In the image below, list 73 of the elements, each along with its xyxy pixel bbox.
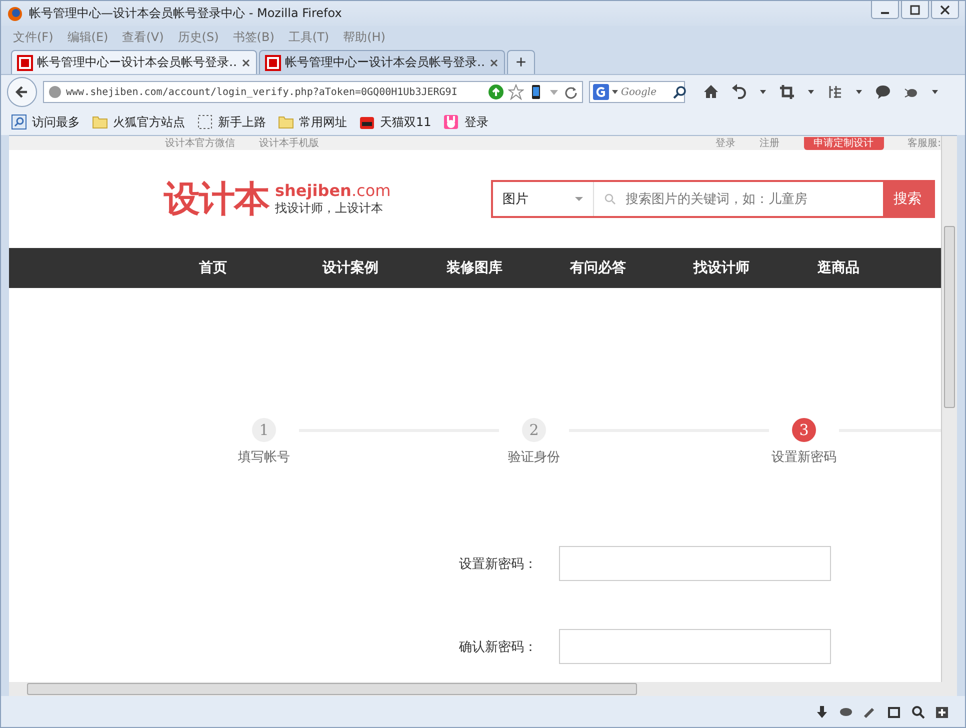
maximize-icon <box>910 4 920 14</box>
dropdown-icon[interactable] <box>759 88 767 96</box>
magnifier-icon <box>11 114 27 130</box>
folder-icon <box>278 114 294 130</box>
glyph-icon[interactable] <box>827 84 843 100</box>
dropdown-icon[interactable] <box>855 88 863 96</box>
logo-domain: shejiben.com <box>275 181 391 200</box>
bookmark-item[interactable]: 访问最多 <box>11 114 80 130</box>
bookmark-item[interactable]: 新手上路 <box>197 114 266 130</box>
step-number: 3 <box>792 418 816 442</box>
field-label: 设置新密码： <box>459 556 538 572</box>
minimize-button[interactable] <box>871 1 899 19</box>
new-tab-button[interactable]: + <box>507 50 535 74</box>
step-label: 填写帐号 <box>238 449 290 466</box>
maximize-button[interactable] <box>901 1 929 19</box>
step-label: 验证身份 <box>508 449 560 466</box>
close-button[interactable] <box>931 1 959 19</box>
site-favicon <box>265 54 281 70</box>
step-number: 2 <box>522 418 546 442</box>
nav-item[interactable]: 有问必答 <box>570 259 694 277</box>
close-icon[interactable] <box>241 58 251 68</box>
bookmark-item[interactable]: 火狐官方站点 <box>92 114 185 130</box>
dropdown-icon[interactable] <box>807 88 815 96</box>
crop-icon[interactable] <box>779 84 795 100</box>
vertical-scrollbar[interactable] <box>941 136 957 682</box>
back-button[interactable] <box>7 77 37 107</box>
window-title: 帐号管理中心—设计本会员帐号登录中心 - Mozilla Firefox <box>29 5 343 22</box>
browser-tab[interactable]: 帐号管理中心ー设计本会员帐号登录… <box>259 50 505 74</box>
go-icon[interactable] <box>488 84 504 100</box>
window-icon[interactable] <box>887 704 901 718</box>
tab-title: 帐号管理中心ー设计本会员帐号登录… <box>37 54 237 71</box>
add-box-icon[interactable] <box>935 704 949 718</box>
google-icon <box>593 84 609 100</box>
minimize-icon <box>881 12 889 14</box>
nav-item[interactable]: 首页 <box>199 259 323 277</box>
bunny-icon <box>443 114 460 130</box>
field-label: 确认新密码： <box>459 638 538 656</box>
tab-title: 帐号管理中心ー设计本会员帐号登录… <box>285 54 485 71</box>
nav-item[interactable]: 找设计师 <box>694 259 818 277</box>
bookmark-item[interactable]: 天猫双11 <box>359 114 432 130</box>
password-field[interactable] <box>559 546 831 581</box>
site-favicon <box>17 54 33 70</box>
undo-arrow-icon[interactable] <box>731 84 747 100</box>
logo-slogan: 找设计师，上设计本 <box>275 200 384 217</box>
dashed-square-icon <box>197 114 213 130</box>
search-icon[interactable] <box>911 704 925 718</box>
step-label: 设置新密码 <box>772 449 836 466</box>
password-field[interactable] <box>559 629 831 664</box>
nav-item[interactable]: 设计案例 <box>322 259 446 277</box>
close-icon[interactable] <box>489 58 499 68</box>
firefox-icon <box>7 6 23 22</box>
logo-mark: 设计本 <box>164 178 269 222</box>
speech-bubble-icon[interactable] <box>875 84 891 100</box>
url-text: www.shejiben.com/account/login_verify.php?aToken=0GQ00H1Ub3JERG9I <box>66 86 458 98</box>
step-number: 1 <box>252 418 276 442</box>
back-arrow-icon <box>14 84 30 100</box>
custom-design-button[interactable]: 申请定制设计 <box>804 137 884 150</box>
search-icon[interactable] <box>673 85 687 99</box>
dropdown-icon[interactable] <box>931 88 939 96</box>
browser-tab[interactable]: 帐号管理中心ー设计本会员帐号登录… <box>11 50 257 74</box>
bookmark-item[interactable]: 常用网址 <box>278 114 347 130</box>
nav-item[interactable]: 逛商品 <box>817 259 941 277</box>
home-icon[interactable] <box>703 84 719 100</box>
address-bar[interactable]: www.shejiben.com/account/login_verify.php?aToken=0GQ00H1Ub3JERG9I <box>43 81 583 103</box>
close-icon <box>940 4 950 14</box>
dropdown-icon[interactable] <box>611 88 619 96</box>
reload-icon[interactable] <box>564 85 578 99</box>
folder-icon <box>92 114 108 130</box>
nav-item[interactable]: 装修图库 <box>446 259 570 277</box>
bookmark-item[interactable]: 登录 <box>443 114 488 130</box>
download-arrow-icon[interactable] <box>815 704 829 718</box>
web-search-field[interactable]: Google <box>589 81 685 103</box>
star-icon[interactable] <box>508 84 524 100</box>
